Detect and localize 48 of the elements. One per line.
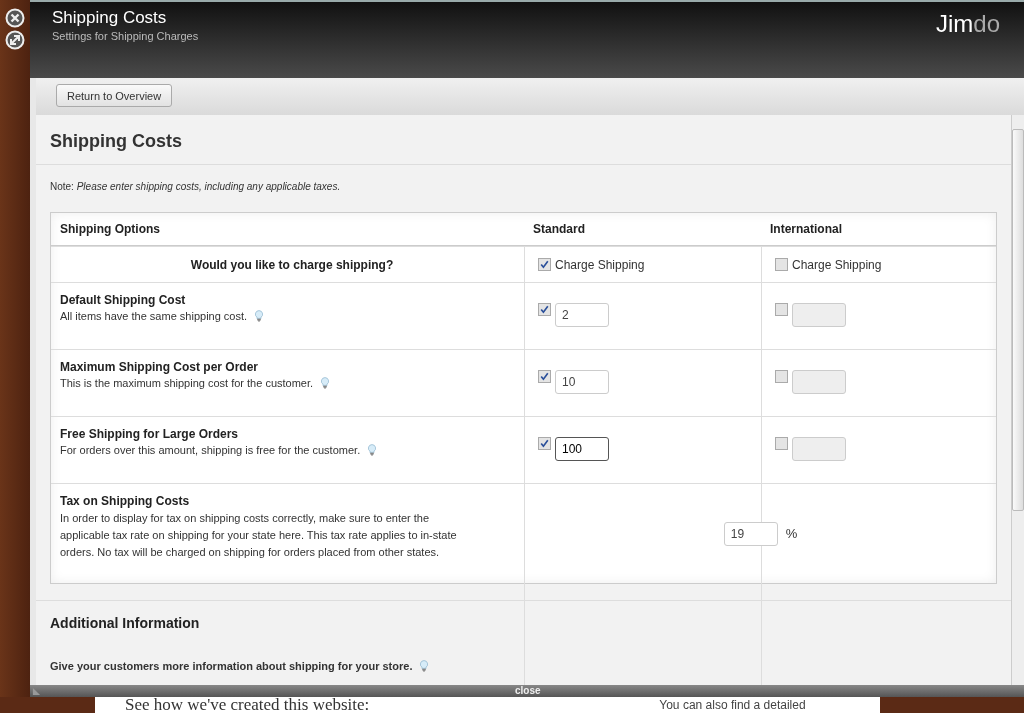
column-header: Standard <box>532 222 586 236</box>
row-title: Default Shipping Cost <box>60 293 186 307</box>
row-description: All items have the same shipping cost. <box>60 310 248 322</box>
row-description: In order to display for tax on shipping costs correctly, make sure to enter the applicable tax rate on shipping for your state here. This tax rate applies to in-state orders. No tax will be charged on shipping for orders placed from other states. <box>60 511 458 560</box>
page-text: You can also find a detailed <box>659 698 806 712</box>
lightbulb-icon[interactable] <box>418 659 431 673</box>
section-heading: Shipping Costs <box>36 115 1011 165</box>
scrollbar-thumb[interactable] <box>1012 129 1024 511</box>
dialog-title: Shipping Costs <box>52 8 168 28</box>
checkbox[interactable] <box>538 437 551 450</box>
lightbulb-icon[interactable] <box>253 309 266 323</box>
amount-field[interactable]: 100 <box>555 437 609 461</box>
resize-grip-icon[interactable] <box>32 686 41 696</box>
prompt-text: Give your customers more information about shipping for your store. <box>50 660 413 672</box>
page-heading: See how we've created this website: <box>125 697 370 713</box>
logo: Jimdo <box>935 10 1000 38</box>
checkbox-label: Charge Shipping <box>555 257 645 272</box>
amount-field[interactable]: 10 <box>555 370 609 394</box>
section-heading: Additional Information <box>50 615 201 631</box>
checkmark-icon <box>539 438 550 449</box>
return-button[interactable]: Return to Overview <box>56 84 173 107</box>
checkmark-icon <box>539 259 550 270</box>
row-description: This is the maximum shipping cost for the customer. <box>60 377 314 389</box>
note-text: Note: Please enter shipping costs, including any applicable taxes. <box>50 181 342 192</box>
row-title: Maximum Shipping Cost per Order <box>60 360 259 374</box>
column-header: Shipping Options <box>59 222 161 236</box>
checkbox[interactable] <box>538 370 551 383</box>
scrollbar[interactable] <box>1011 115 1024 685</box>
checkbox[interactable] <box>775 258 788 271</box>
close-icon[interactable] <box>5 8 25 28</box>
lightbulb-icon[interactable] <box>319 376 332 390</box>
close-link[interactable]: close <box>515 685 541 697</box>
amount-field[interactable]: 2 <box>555 303 609 327</box>
dialog-subtitle: Settings for Shipping Charges <box>52 30 199 42</box>
row-title: Tax on Shipping Costs <box>60 494 190 508</box>
column-header: International <box>769 222 843 236</box>
expand-icon[interactable] <box>5 30 25 50</box>
row-description: For orders over this amount, shipping is free for the customer. <box>60 444 361 456</box>
checkmark-icon <box>539 371 550 382</box>
checkbox-label: Charge Shipping <box>792 257 882 272</box>
lightbulb-icon[interactable] <box>366 443 379 457</box>
checkbox[interactable] <box>538 258 551 271</box>
checkbox[interactable] <box>538 303 551 316</box>
row-title: Free Shipping for Large Orders <box>60 427 239 441</box>
row-title: Would you like to charge shipping? <box>190 257 394 272</box>
checkmark-icon <box>539 304 550 315</box>
tax-rate-field[interactable]: 19 <box>723 521 778 546</box>
percent-sign: % <box>785 526 798 541</box>
